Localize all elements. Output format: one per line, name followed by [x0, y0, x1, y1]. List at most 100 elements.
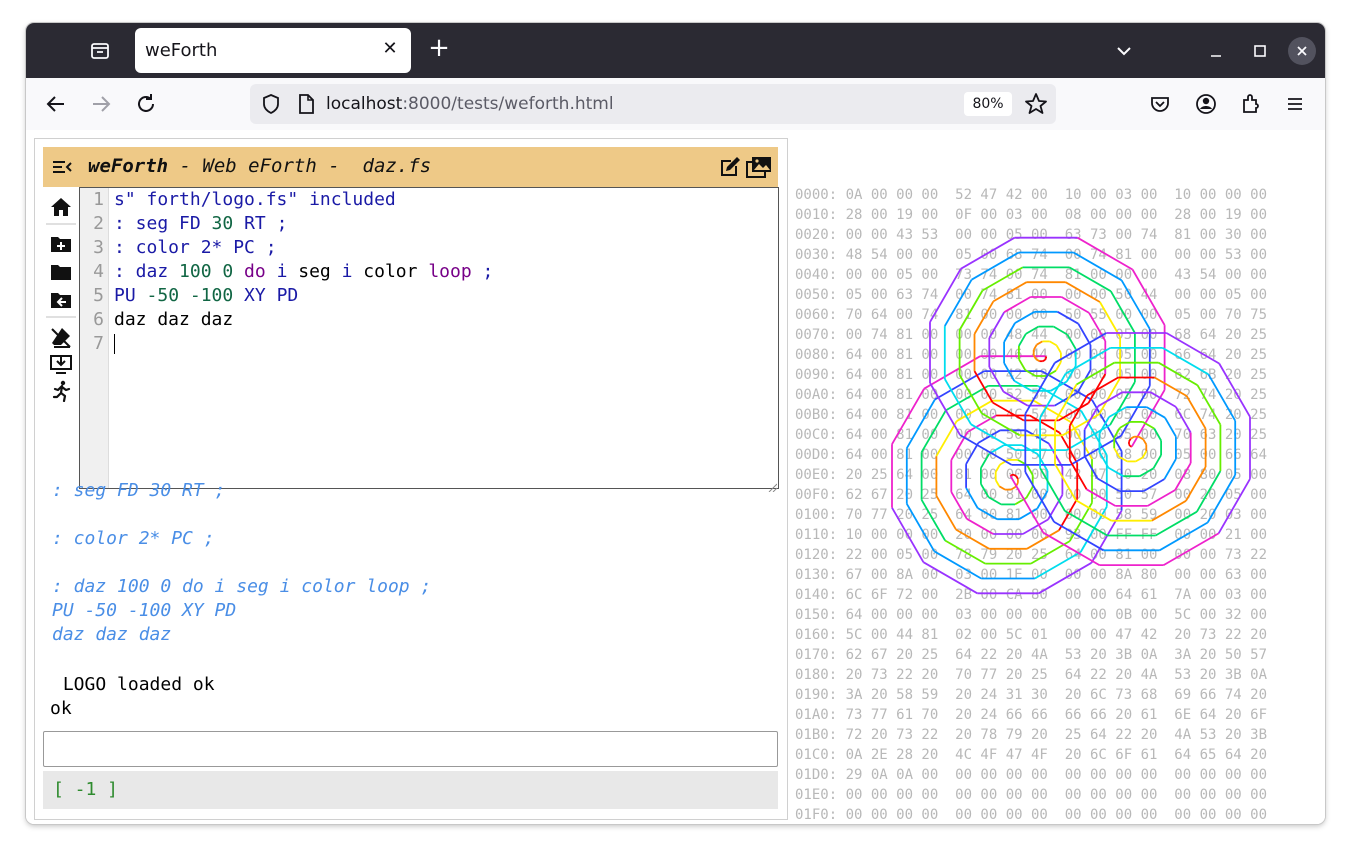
navigation-toolbar: localhost:8000/tests/weforth.html 80%: [26, 78, 1325, 131]
turtle-path-segment: [980, 453, 990, 469]
zoom-level-badge[interactable]: 80%: [964, 92, 1012, 116]
turtle-path-segment: [958, 374, 983, 414]
line-number: 7: [93, 333, 104, 354]
pocket-icon[interactable]: [1146, 90, 1174, 118]
turtle-path-segment: [980, 483, 990, 498]
home-icon[interactable]: [50, 196, 72, 218]
turtle-path-segment: [1044, 357, 1047, 361]
turtle-path-segment: [992, 281, 1027, 303]
turtle-path-segment: [1069, 459, 1088, 490]
turtle-path-segment: [1218, 363, 1251, 418]
turtle-path-segment: [1054, 332, 1107, 364]
active-tab[interactable]: weForth ✕: [135, 28, 411, 73]
turtle-path-segment: [998, 485, 1006, 491]
code-lines[interactable]: s" forth/logo.fs" included : seg FD 30 R…: [114, 188, 774, 356]
close-window-icon[interactable]: [1288, 37, 1316, 65]
turtle-path-segment: [1077, 323, 1092, 346]
turtle-path-segment: [891, 388, 925, 445]
turtle-path-segment: [1142, 438, 1148, 445]
line-number: 2: [93, 213, 104, 234]
turtle-path-segment: [965, 442, 980, 465]
url-text[interactable]: localhost:8000/tests/weforth.html: [326, 94, 614, 114]
line-number-gutter: 1 2 3 4 5 6 7: [80, 188, 109, 488]
turtle-path-segment: [1120, 385, 1151, 437]
turtle-path-segment: [1128, 443, 1131, 447]
turtle-path-segment: [1076, 361, 1115, 386]
turtle-path-segment: [977, 507, 998, 520]
extensions-icon[interactable]: [1237, 90, 1265, 118]
dump-line: 0000: 0A 00 00 00 52 47 42 00 10 00 03 0…: [795, 187, 1268, 203]
new-folder-icon[interactable]: [50, 233, 72, 255]
clear-eraser-icon[interactable]: [50, 326, 72, 348]
new-tab-icon[interactable]: +: [426, 35, 452, 61]
turtle-path-segment: [1185, 395, 1207, 430]
command-input[interactable]: [43, 731, 778, 767]
code-editor[interactable]: 1 2 3 4 5 6 7 s" forth/logo.fs" included…: [79, 187, 779, 493]
dump-line: 01D0: 29 0A 0A 00 00 00 00 00 00 00 00 0…: [795, 767, 1268, 783]
shield-icon[interactable]: [260, 93, 282, 119]
line-number: 3: [93, 237, 104, 258]
code-line: s" forth/logo.fs" included: [114, 188, 774, 212]
turtle-path-segment: [935, 420, 958, 457]
download-to-screen-icon[interactable]: [50, 353, 72, 375]
forth-panel: weForth - Web eForth - daz.fs 1 2 3 4 5 …: [34, 138, 788, 820]
turtle-path-segment: [1025, 486, 1034, 499]
page-info-icon[interactable]: [296, 93, 316, 119]
tab-close-icon[interactable]: ✕: [379, 38, 401, 60]
turtle-path-segment: [1135, 456, 1144, 463]
turtle-path-segment: [1139, 467, 1154, 477]
folder-icon[interactable]: [50, 261, 72, 283]
turtle-path-segment: [1150, 391, 1177, 408]
turtle-path-segment: [966, 518, 994, 535]
url-host: localhost: [326, 94, 403, 114]
turtle-path-segment: [1118, 456, 1128, 463]
turtle-path-segment: [1099, 301, 1121, 338]
folder-back-icon[interactable]: [50, 289, 72, 311]
turtle-path-segment: [1163, 458, 1177, 480]
code-line: : daz 100 0 do i seg i color loop ;: [114, 260, 774, 284]
turtle-path-segment: [1083, 405, 1099, 431]
turtle-path-segment: [1159, 521, 1209, 552]
back-icon[interactable]: [42, 90, 70, 118]
images-icon[interactable]: [746, 155, 772, 183]
code-line: daz daz daz: [114, 308, 774, 332]
maximize-icon[interactable]: [1246, 37, 1274, 65]
collapse-menu-icon[interactable]: [51, 156, 73, 178]
output-line: : daz 100 0 do i seg i color loop ;: [52, 576, 432, 597]
turtle-path-segment: [1054, 463, 1077, 501]
output-line: ok: [50, 698, 72, 719]
turtle-path-segment: [1119, 421, 1131, 429]
url-bar[interactable]: localhost:8000/tests/weforth.html 80%: [250, 84, 1056, 124]
list-all-tabs-icon[interactable]: [1110, 37, 1138, 65]
dump-line: 0160: 5C 00 44 81 02 00 5C 01 00 00 47 4…: [795, 627, 1268, 643]
code-token: seg: [287, 261, 342, 282]
turtle-path-segment: [1010, 473, 1013, 477]
turtle-path-segment: [981, 412, 1021, 437]
code-token: : daz: [114, 261, 180, 282]
turtle-path-segment: [1166, 332, 1220, 365]
edit-icon[interactable]: [718, 155, 742, 183]
dump-line: 01C0: 0A 2E 28 20 4C 4F 47 4F 20 6C 6F 6…: [795, 747, 1268, 763]
turtle-path-segment: [1018, 333, 1027, 347]
dump-line: 01A0: 73 77 61 70 20 24 66 66 66 66 20 6…: [795, 707, 1268, 723]
code-token: XY PD: [233, 285, 299, 306]
dump-line: 0180: 20 73 22 20 70 77 20 25 64 22 20 4…: [795, 667, 1268, 683]
run-icon[interactable]: [50, 380, 72, 403]
app-menu-icon[interactable]: [1281, 90, 1309, 118]
turtle-path-segment: [1164, 417, 1177, 438]
forward-icon[interactable]: [87, 90, 115, 118]
turtle-path-segment: [1014, 311, 1035, 324]
turtle-path-segment: [1026, 464, 1034, 476]
account-icon[interactable]: [1192, 90, 1220, 118]
minimize-icon[interactable]: [1202, 37, 1230, 65]
tab-title: weForth: [145, 40, 218, 61]
reload-icon[interactable]: [132, 90, 160, 118]
app-title: weForth - Web eForth - daz.fs: [88, 155, 431, 177]
bookmark-star-icon[interactable]: [1024, 92, 1048, 120]
turtle-path-segment: [1055, 361, 1062, 372]
turtle-path-segment: [1015, 475, 1019, 480]
tab-list-icon[interactable]: [86, 39, 114, 63]
turtle-path-segment: [1108, 406, 1127, 418]
turtle-path-segment: [906, 399, 936, 449]
sidebar-divider: [46, 316, 76, 318]
